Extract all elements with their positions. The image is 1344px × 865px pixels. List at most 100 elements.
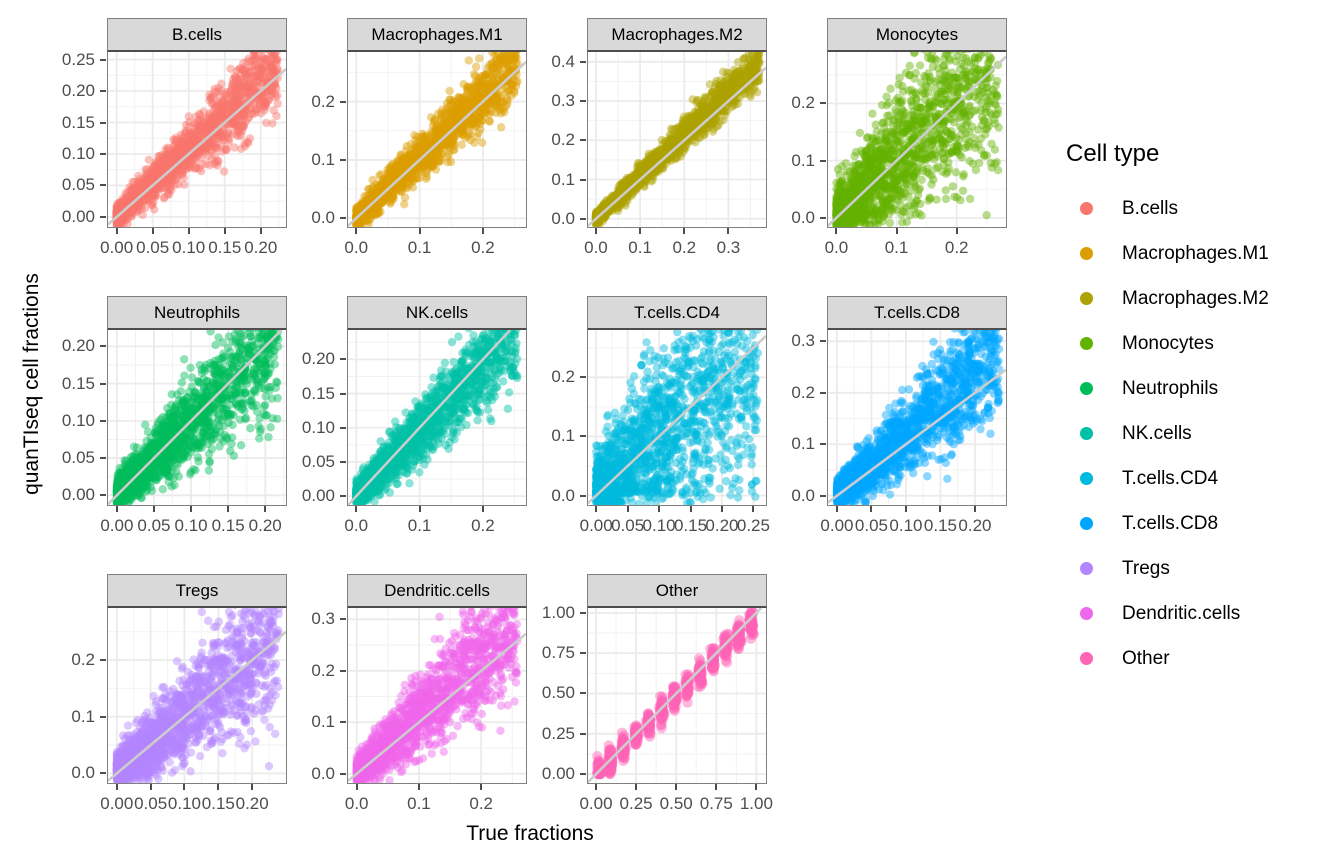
y-tick-label: 0.0 [311, 763, 335, 783]
legend-color-dot [1079, 517, 1093, 530]
y-tick-label: 0.2 [551, 130, 575, 150]
y-tick-label: 0.0 [791, 207, 815, 227]
x-tick-mark [595, 506, 598, 512]
identity-reference-line [588, 66, 766, 227]
x-tick-mark [895, 228, 898, 234]
legend-item-label: Monocytes [1122, 332, 1214, 354]
legend-item-tregs[interactable]: Tregs [1066, 546, 1344, 591]
facet-plot-area [587, 608, 767, 784]
x-tick-mark [355, 506, 358, 512]
facet-strip-label: Macrophages.M2 [587, 18, 767, 52]
x-tick-label: 0.2 [944, 238, 969, 257]
facet-strip-label: Tregs [107, 574, 287, 608]
legend-key-swatch [1066, 337, 1106, 350]
facet-plot-area [587, 52, 767, 228]
y-tick-mark [100, 215, 106, 218]
facet-macrophages-m2: Macrophages.M2 [587, 18, 767, 228]
x-tick-mark [418, 228, 421, 234]
x-tick-mark [417, 784, 420, 790]
x-tick-mark [727, 228, 730, 234]
x-tick-mark [658, 506, 661, 512]
legend-color-dot [1079, 472, 1093, 485]
y-tick-label: 0.05 [61, 448, 95, 468]
y-tick-mark [580, 773, 586, 776]
y-tick-label: 0.1 [71, 706, 95, 726]
y-tick-label: 0.3 [551, 91, 575, 111]
legend-item-label: Tregs [1122, 557, 1170, 579]
y-tick-label: 0.25 [541, 723, 575, 743]
x-tick-label: 0.1 [407, 794, 431, 813]
legend-item-monocytes[interactable]: Monocytes [1066, 321, 1344, 366]
y-tick-label: 0.0 [791, 485, 815, 505]
legend-item-b-cells[interactable]: B.cells [1066, 186, 1344, 231]
y-tick-mark [820, 391, 826, 394]
y-tick-label: 0.10 [61, 410, 95, 430]
x-tick-mark [594, 228, 597, 234]
x-tick-mark [115, 784, 118, 790]
x-tick-label: 0.15 [923, 516, 957, 535]
y-tick-mark [340, 669, 346, 672]
legend-item-macrophages-m2[interactable]: Macrophages.M2 [1066, 276, 1344, 321]
legend-key-swatch [1066, 247, 1106, 260]
x-tick-label: 0.75 [699, 794, 733, 813]
y-tick-label: 0.10 [61, 143, 95, 163]
legend-key-swatch [1066, 562, 1106, 575]
legend-item-other[interactable]: Other [1066, 636, 1344, 681]
x-tick-mark [190, 506, 193, 512]
legend-item-t-cells-cd8[interactable]: T.cells.CD8 [1066, 501, 1344, 546]
y-tick-label: 0.05 [301, 451, 335, 471]
x-tick-label: 0.25 [736, 516, 770, 535]
y-tick-mark [100, 345, 106, 348]
y-tick-label: 0.15 [61, 373, 95, 393]
y-tick-mark [580, 376, 586, 379]
y-tick-mark [820, 340, 826, 343]
facet-plot-area [107, 52, 287, 228]
x-tick-mark [715, 784, 718, 790]
x-tick-label: 0.05 [854, 516, 888, 535]
legend-item-list: B.cells Macrophages.M1 Macrophages.M2 Monoc… [1066, 186, 1344, 681]
x-tick-label: 0.20 [958, 516, 992, 535]
legend-key-swatch [1066, 517, 1106, 530]
facet-strip-label: NK.cells [347, 296, 527, 330]
x-tick-label: 0.00 [100, 238, 134, 257]
y-tick-mark [100, 772, 106, 775]
x-tick-mark [835, 228, 838, 234]
legend-key-swatch [1066, 427, 1106, 440]
x-tick-label: 0.15 [673, 516, 708, 535]
x-tick-mark [870, 506, 873, 512]
y-tick-mark [820, 102, 826, 105]
x-tick-mark [683, 228, 686, 234]
x-tick-label: 0.20 [248, 516, 282, 535]
y-tick-label: 0.2 [551, 367, 575, 387]
legend-item-dendritic-cells[interactable]: Dendritic.cells [1066, 591, 1344, 636]
x-tick-label: 0.0 [824, 238, 849, 257]
y-tick-label: 0.20 [301, 349, 335, 369]
y-tick-label: 0.2 [791, 382, 815, 402]
y-tick-mark [580, 60, 586, 63]
x-tick-mark [639, 228, 642, 234]
legend-key-swatch [1066, 382, 1106, 395]
legend-item-label: Neutrophils [1122, 377, 1219, 399]
legend-item-nk-cells[interactable]: NK.cells [1066, 411, 1344, 456]
x-tick-label: 0.10 [167, 794, 202, 813]
x-tick-label: 0.00 [820, 516, 854, 535]
y-tick-mark [100, 152, 106, 155]
x-tick-mark [115, 228, 118, 234]
x-tick-label: 0.2 [469, 794, 494, 813]
x-tick-mark [904, 506, 907, 512]
legend: Cell type B.cells Macrophages.M1 Macrophag… [1066, 140, 1344, 681]
x-tick-mark [835, 506, 838, 512]
legend-color-dot [1079, 427, 1093, 440]
y-tick-label: 0.0 [551, 485, 575, 505]
x-tick-mark [939, 506, 942, 512]
legend-item-macrophages-m1[interactable]: Macrophages.M1 [1066, 231, 1344, 276]
scatter-canvas [108, 608, 286, 783]
y-tick-label: 0.10 [301, 417, 335, 437]
y-tick-label: 0.1 [311, 149, 335, 169]
x-tick-label: 0.1 [628, 238, 652, 257]
legend-item-neutrophils[interactable]: Neutrophils [1066, 366, 1344, 411]
legend-item-t-cells-cd4[interactable]: T.cells.CD4 [1066, 456, 1344, 501]
y-tick-label: 0.1 [551, 426, 575, 446]
y-tick-label: 0.00 [301, 486, 335, 506]
y-tick-label: 0.15 [61, 112, 95, 132]
